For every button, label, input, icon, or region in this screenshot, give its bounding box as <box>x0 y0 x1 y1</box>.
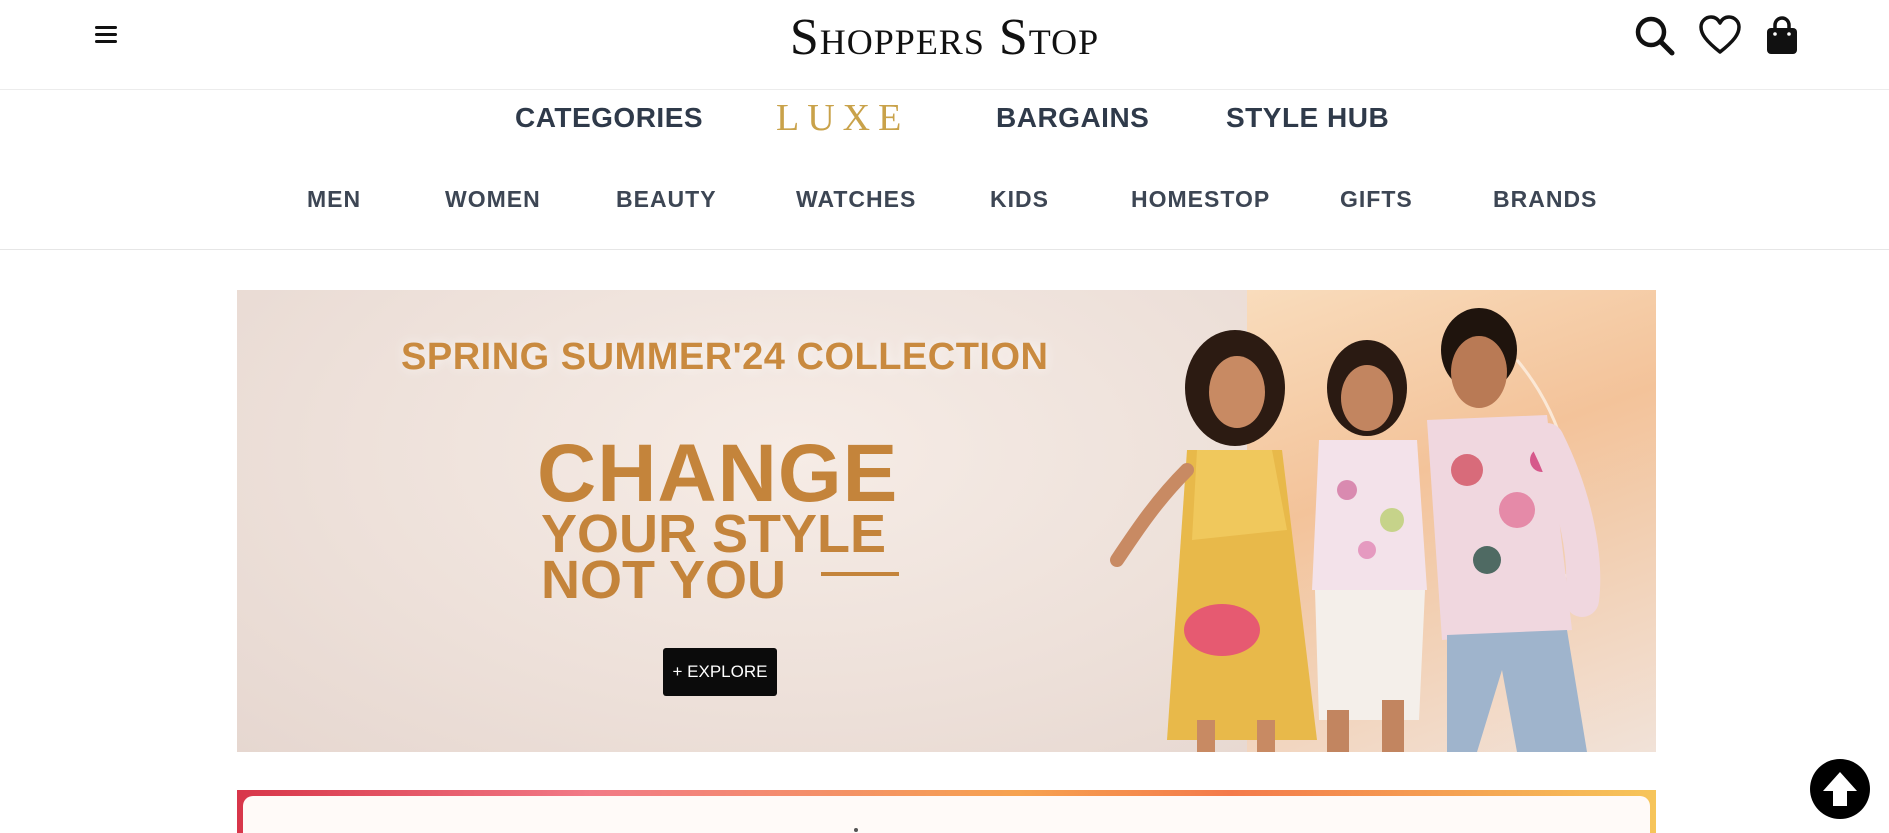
secondary-banner[interactable] <box>237 790 1656 833</box>
category-gifts[interactable]: GIFTS <box>1340 186 1413 213</box>
brand-logo[interactable]: Shoppers Stop <box>790 9 1099 66</box>
carousel-dot <box>854 828 858 832</box>
hero-headline-line3: NOT YOU <box>541 550 787 610</box>
nav-luxe[interactable]: LUXE <box>776 96 909 140</box>
category-watches[interactable]: WATCHES <box>796 186 916 213</box>
secondary-banner-card <box>243 796 1650 833</box>
heart-icon[interactable] <box>1698 14 1742 58</box>
category-nav: MEN WOMEN BEAUTY WATCHES KIDS HOMESTOP G… <box>0 186 1889 222</box>
category-beauty[interactable]: BEAUTY <box>616 186 717 213</box>
hero-dash-decoration <box>821 572 899 576</box>
category-men[interactable]: MEN <box>307 186 361 213</box>
brand-logo-wrap: Shoppers Stop <box>0 8 1889 67</box>
category-kids[interactable]: KIDS <box>990 186 1049 213</box>
nav-divider <box>0 249 1889 250</box>
category-homestop[interactable]: HOMESTOP <box>1131 186 1270 213</box>
hero-collection-title: SPRING SUMMER'24 COLLECTION <box>401 336 1049 378</box>
hero-models-image <box>1110 308 1601 752</box>
shopping-bag-icon[interactable] <box>1760 14 1804 58</box>
arrow-up-icon[interactable] <box>1810 759 1870 819</box>
explore-button[interactable]: + EXPLORE <box>663 648 777 696</box>
hero-headline-line1: CHANGE <box>537 428 899 519</box>
search-icon[interactable] <box>1633 14 1677 58</box>
hero-banner[interactable]: SPRING SUMMER'24 COLLECTION CHANGE YOUR … <box>237 290 1656 752</box>
site-header: Shoppers Stop <box>0 0 1889 90</box>
nav-categories[interactable]: CATEGORIES <box>515 102 703 134</box>
nav-style-hub[interactable]: STYLE HUB <box>1226 102 1389 134</box>
hamburger-menu-icon[interactable] <box>92 20 120 48</box>
category-women[interactable]: WOMEN <box>445 186 541 213</box>
category-brands[interactable]: BRANDS <box>1493 186 1597 213</box>
nav-bargains[interactable]: BARGAINS <box>996 102 1149 134</box>
primary-nav: CATEGORIES LUXE BARGAINS STYLE HUB <box>0 96 1889 146</box>
